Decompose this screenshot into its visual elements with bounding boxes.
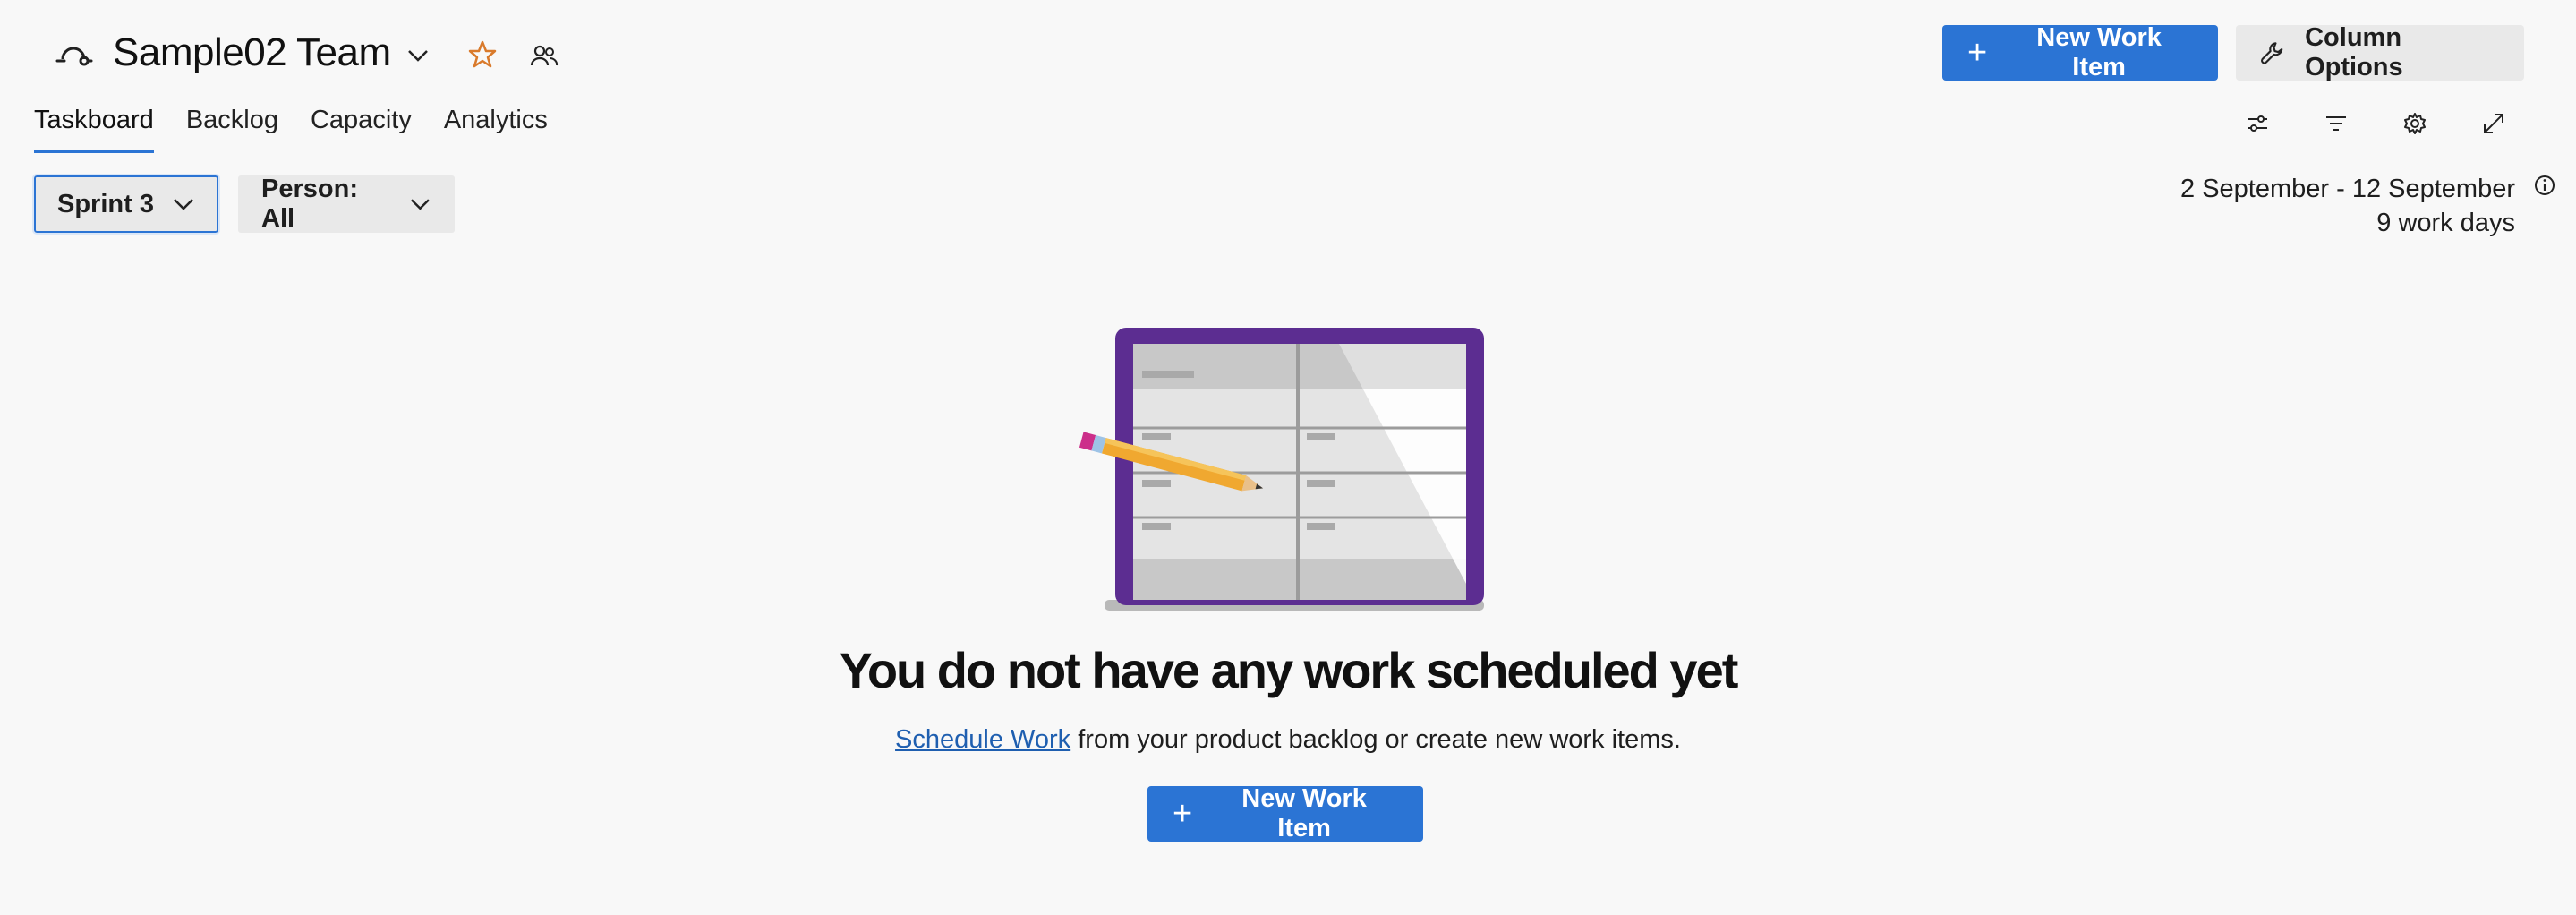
- tab-taskboard[interactable]: Taskboard: [34, 106, 154, 153]
- fullscreen-icon[interactable]: [2474, 104, 2513, 143]
- schedule-work-link[interactable]: Schedule Work: [895, 725, 1070, 754]
- chevron-down-icon: [174, 199, 193, 210]
- sprint-work-days: 9 work days: [2376, 209, 2515, 237]
- tab-bar: Taskboard Backlog Capacity Analytics: [34, 106, 548, 153]
- wrench-icon: [2261, 42, 2283, 64]
- sprint-date-range: 2 September - 12 September: [2180, 175, 2515, 203]
- view-options-icon[interactable]: [2238, 104, 2277, 143]
- empty-state-subtitle-text: from your product backlog or create new …: [1070, 725, 1681, 754]
- sprint-dropdown-label: Sprint 3: [57, 189, 154, 218]
- team-icon: [55, 47, 93, 66]
- plus-icon: +: [1967, 34, 1988, 72]
- team-title[interactable]: Sample02 Team: [113, 30, 391, 75]
- sprint-dropdown[interactable]: Sprint 3: [32, 174, 220, 235]
- filter-icon[interactable]: [2316, 104, 2356, 143]
- new-work-item-label: New Work Item: [2036, 23, 2162, 81]
- tab-capacity[interactable]: Capacity: [311, 106, 412, 153]
- new-work-item-label: New Work Item: [1241, 784, 1367, 842]
- settings-icon[interactable]: [2395, 104, 2435, 143]
- tab-backlog[interactable]: Backlog: [186, 106, 278, 153]
- new-work-item-button[interactable]: + New Work Item: [1942, 23, 2218, 81]
- column-options-button[interactable]: Column Options: [2236, 23, 2524, 81]
- tab-analytics[interactable]: Analytics: [444, 106, 548, 153]
- empty-taskboard-illustration: [1079, 328, 1484, 611]
- chevron-down-icon[interactable]: [405, 45, 431, 66]
- chevron-down-icon: [411, 199, 430, 210]
- sprint-dates: 2 September - 12 September 9 work days: [2180, 172, 2515, 240]
- empty-state-subtitle: Schedule Work from your product backlog …: [0, 725, 2576, 755]
- column-options-label: Column Options: [2305, 23, 2403, 81]
- plus-icon: +: [1173, 795, 1193, 833]
- person-filter-label: Person: All: [261, 175, 358, 233]
- team-members-icon[interactable]: [530, 41, 559, 70]
- empty-state-title: You do not have any work scheduled yet: [839, 642, 1739, 698]
- person-filter-dropdown[interactable]: Person: All: [238, 175, 455, 233]
- empty-state-new-work-item-button[interactable]: + New Work Item: [1147, 784, 1423, 842]
- info-icon[interactable]: [2533, 174, 2556, 197]
- star-icon[interactable]: [467, 39, 498, 70]
